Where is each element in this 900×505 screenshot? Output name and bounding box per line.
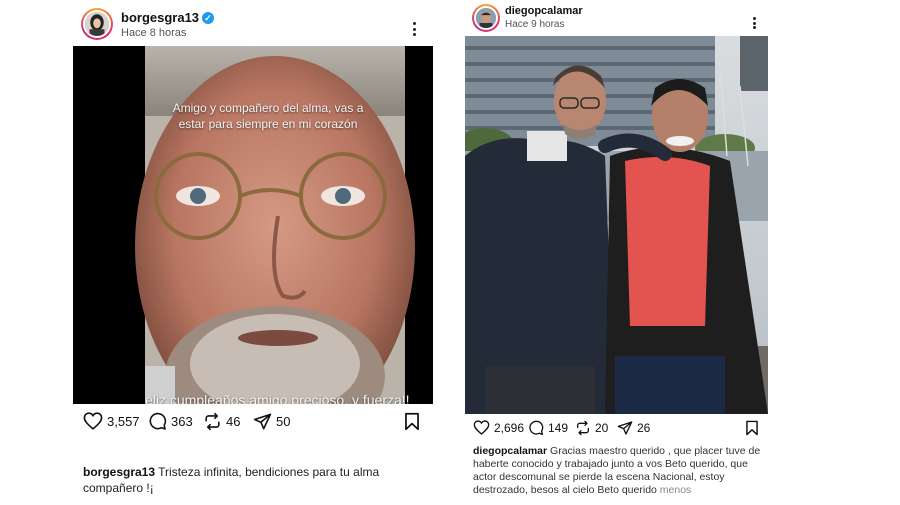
more-dots-icon[interactable] xyxy=(407,22,421,36)
like-count: 3,557 xyxy=(107,413,140,429)
like-count: 2,696 xyxy=(494,420,525,435)
comment-count: 363 xyxy=(171,414,193,429)
caption-username[interactable]: diegopcalamar xyxy=(473,445,547,457)
send-icon xyxy=(253,413,272,430)
like-button[interactable]: 3,557 xyxy=(83,412,140,430)
verified-badge-icon: ✓ xyxy=(202,12,215,24)
send-icon xyxy=(617,421,633,435)
username-text[interactable]: borgesgra13 xyxy=(121,10,199,25)
post-time: Hace 9 horas xyxy=(505,19,565,30)
post-image[interactable] xyxy=(465,36,768,414)
share-button[interactable]: 26 xyxy=(617,420,650,436)
comment-count: 149 xyxy=(548,421,569,435)
avatar[interactable] xyxy=(81,8,113,40)
username[interactable]: diegopcalamar xyxy=(505,5,583,17)
share-count: 26 xyxy=(637,421,651,435)
post-time: Hace 8 horas xyxy=(121,27,187,39)
heart-icon xyxy=(473,420,490,435)
image-overlay-text: Amigo y compañero del alma, vas a estar … xyxy=(172,101,364,131)
share-count: 50 xyxy=(276,414,291,429)
action-bar: 3,557 363 46 50 xyxy=(73,412,433,436)
post-diegopcalamar: diegopcalamar Hace 9 horas 2,696 149 20 … xyxy=(465,0,770,505)
post-caption: borgesgra13 Tristeza infinita, bendicion… xyxy=(83,464,423,496)
post-header: borgesgra13 ✓ Hace 8 horas xyxy=(73,6,433,40)
username[interactable]: borgesgra13 ✓ xyxy=(121,10,215,25)
caption-username[interactable]: borgesgra13 xyxy=(83,465,155,479)
repost-count: 46 xyxy=(226,414,241,429)
save-button[interactable] xyxy=(404,412,420,431)
more-dots-icon[interactable] xyxy=(747,17,761,29)
comment-button[interactable]: 149 xyxy=(528,420,568,436)
comment-button[interactable]: 363 xyxy=(148,412,193,431)
save-button[interactable] xyxy=(745,420,759,436)
bookmark-icon xyxy=(405,412,419,431)
comment-icon xyxy=(149,412,167,430)
action-bar: 2,696 149 20 26 xyxy=(465,420,770,444)
post-image[interactable]: Amigo y compañero del alma, vas a estar … xyxy=(73,46,433,404)
avatar[interactable] xyxy=(472,4,500,32)
share-button[interactable]: 50 xyxy=(253,412,290,431)
repost-button[interactable]: 46 xyxy=(203,412,240,431)
post-header: diegopcalamar Hace 9 horas xyxy=(465,4,770,40)
repost-count: 20 xyxy=(595,421,609,435)
post-caption: diegopcalamar Gracias maestro querido , … xyxy=(473,445,763,497)
repost-icon xyxy=(577,420,589,436)
show-less-link[interactable]: menos xyxy=(660,484,692,496)
like-button[interactable]: 2,696 xyxy=(473,420,524,435)
comment-icon xyxy=(529,420,544,435)
repost-icon xyxy=(205,412,220,431)
bookmark-icon xyxy=(746,420,758,436)
repost-button[interactable]: 20 xyxy=(575,420,608,436)
heart-icon xyxy=(83,412,103,430)
image-overlay-bottom-text: eliz cumpleaños amigo precioso, y fuerza… xyxy=(145,392,410,404)
post-borgesgra13: borgesgra13 ✓ Hace 8 horas Amigo y compa… xyxy=(73,0,433,505)
